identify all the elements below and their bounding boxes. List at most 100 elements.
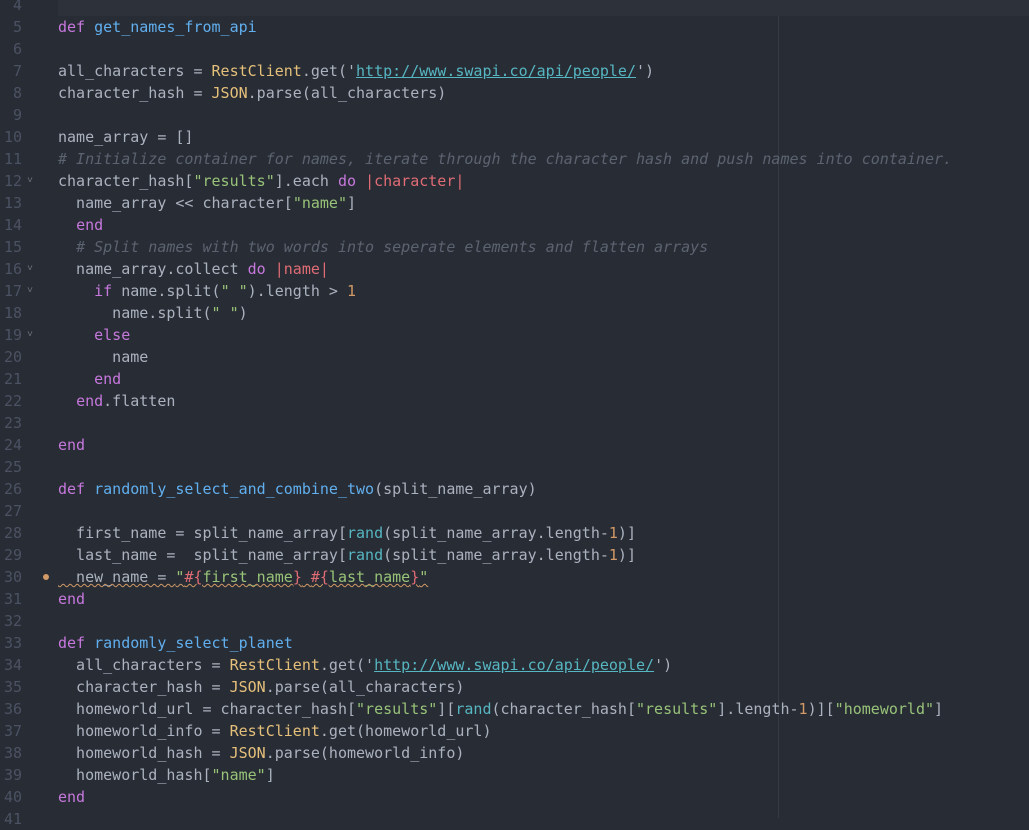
code-token: ].length- (717, 700, 799, 718)
code-token: "results" (193, 172, 275, 190)
code-line[interactable]: 33 def randomly_select_planet (0, 632, 1029, 654)
code-line[interactable]: 38 homeworld_hash = JSON.parse(homeworld… (0, 742, 1029, 764)
line-number: 15 (3, 238, 22, 256)
code-line[interactable]: 23 (0, 412, 1029, 434)
code-text[interactable]: end.flatten (58, 390, 1029, 412)
code-line[interactable]: 10 name_array = [] (0, 126, 1029, 148)
code-line[interactable]: 13 name_array << character["name"] (0, 192, 1029, 214)
lint-warning-dot-icon[interactable] (43, 574, 49, 580)
code-token: .get(' (301, 62, 357, 80)
code-line[interactable]: 5 def get_names_from_api (0, 16, 1029, 38)
code-line[interactable]: 40 end (0, 786, 1029, 808)
code-text[interactable]: def get_names_from_api (58, 16, 1029, 38)
code-line[interactable]: 30 new_name = "#{first_name} #{last_name… (0, 566, 1029, 588)
code-text[interactable]: name_array = [] (58, 126, 1029, 148)
code-text[interactable] (58, 808, 1029, 830)
code-text[interactable]: last_name = split_name_array[rand(split_… (58, 544, 1029, 566)
fold-chevron-icon[interactable]: ˅ (27, 170, 33, 192)
code-text[interactable]: name.split(" ") (58, 302, 1029, 324)
code-line[interactable]: 11 # Initialize container for names, iter… (0, 148, 1029, 170)
code-line[interactable]: 8 character_hash = JSON.parse(all_charact… (0, 82, 1029, 104)
code-line[interactable]: 37 homeworld_info = RestClient.get(homew… (0, 720, 1029, 742)
code-line[interactable]: 18 name.split(" ") (0, 302, 1029, 324)
line-number: 11 (3, 150, 22, 168)
code-line[interactable]: 28 first_name = split_name_array[rand(sp… (0, 522, 1029, 544)
code-line[interactable]: 32 (0, 610, 1029, 632)
code-text[interactable] (58, 456, 1029, 478)
code-text[interactable]: # Initialize container for names, iterat… (58, 148, 1029, 170)
code-line[interactable]: 29 last_name = split_name_array[rand(spl… (0, 544, 1029, 566)
code-line[interactable]: 22 end.flatten (0, 390, 1029, 412)
code-line[interactable]: 15 # Split names with two words into sep… (0, 236, 1029, 258)
code-text[interactable]: character_hash["results"].each do |chara… (58, 170, 1029, 192)
code-line[interactable]: 25 (0, 456, 1029, 478)
code-token: RestClient (229, 656, 320, 674)
code-text[interactable]: homeworld_info = RestClient.get(homeworl… (58, 720, 1029, 742)
code-editor[interactable]: 4 5 def get_names_from_api 6 7 all_characters… (0, 0, 1029, 830)
code-line[interactable]: 9 (0, 104, 1029, 126)
code-text[interactable]: character_hash = JSON.parse(all_characte… (58, 82, 1029, 104)
code-text[interactable]: else (58, 324, 1029, 346)
code-text[interactable]: # Split names with two words into sepera… (58, 236, 1029, 258)
code-text[interactable] (58, 610, 1029, 632)
line-number: 19 (3, 326, 22, 344)
code-text[interactable]: homeworld_hash["name"] (58, 764, 1029, 786)
code-line[interactable]: 12 ˅ character_hash["results"].each do |ch… (0, 170, 1029, 192)
code-text[interactable] (58, 500, 1029, 522)
code-line[interactable]: 27 (0, 500, 1029, 522)
fold-chevron-icon[interactable]: ˅ (27, 258, 33, 280)
code-text[interactable]: homeworld_url = character_hash["results"… (58, 698, 1029, 720)
code-text[interactable]: name (58, 346, 1029, 368)
code-line[interactable]: 36 homeworld_url = character_hash["resul… (0, 698, 1029, 720)
code-text[interactable]: if name.split(" ").length > 1 (58, 280, 1029, 302)
code-line[interactable]: 19 ˅ else (0, 324, 1029, 346)
code-text[interactable]: first_name = split_name_array[rand(split… (58, 522, 1029, 544)
code-line[interactable]: 41 (0, 808, 1029, 830)
code-line[interactable]: 31 end (0, 588, 1029, 610)
code-line[interactable]: 20 name (0, 346, 1029, 368)
code-line[interactable]: 39 homeworld_hash["name"] (0, 764, 1029, 786)
code-text[interactable]: end (58, 786, 1029, 808)
code-text[interactable]: end (58, 434, 1029, 456)
code-text[interactable] (58, 104, 1029, 126)
code-text[interactable]: character_hash = JSON.parse(all_characte… (58, 676, 1029, 698)
code-line[interactable]: 4 (0, 0, 1029, 16)
code-text[interactable]: end (58, 368, 1029, 390)
code-text[interactable] (58, 412, 1029, 434)
code-line[interactable]: 21 end (0, 368, 1029, 390)
code-token: 1 (608, 546, 618, 564)
code-text[interactable]: name_array.collect do |name| (58, 258, 1029, 280)
code-token: " " (220, 282, 248, 300)
code-text[interactable]: end (58, 588, 1029, 610)
code-text[interactable]: homeworld_hash = JSON.parse(homeworld_in… (58, 742, 1029, 764)
code-line[interactable]: 24 end (0, 434, 1029, 456)
code-line[interactable]: 34 all_characters = RestClient.get('http… (0, 654, 1029, 676)
code-line[interactable]: 16 ˅ name_array.collect do |name| (0, 258, 1029, 280)
code-text[interactable]: end (58, 214, 1029, 236)
fold-chevron-icon[interactable]: ˅ (27, 280, 33, 302)
code-text[interactable] (58, 38, 1029, 60)
line-number: 38 (3, 744, 22, 762)
code-text[interactable]: new_name = "#{first_name} #{last_name}" (58, 566, 1029, 588)
line-number: 13 (3, 194, 22, 212)
code-token: "homeworld" (834, 700, 935, 718)
code-token: ).length > (247, 282, 347, 300)
fold-chevron-icon[interactable]: ˅ (27, 324, 33, 346)
code-token: if (94, 282, 113, 300)
code-line[interactable]: 26 def randomly_select_and_combine_two(sp… (0, 478, 1029, 500)
code-text[interactable]: all_characters = RestClient.get('http://… (58, 60, 1029, 82)
code-token: 1 (347, 282, 357, 300)
code-token: homeworld_hash = (58, 744, 230, 762)
code-line[interactable]: 7 all_characters = RestClient.get('http:/… (0, 60, 1029, 82)
code-text[interactable]: def randomly_select_planet (58, 632, 1029, 654)
code-text[interactable] (58, 0, 1029, 16)
code-line[interactable]: 17 ˅ if name.split(" ").length > 1 (0, 280, 1029, 302)
code-text[interactable]: name_array << character["name"] (58, 192, 1029, 214)
code-line[interactable]: 6 (0, 38, 1029, 60)
code-line[interactable]: 14 end (0, 214, 1029, 236)
code-line[interactable]: 35 character_hash = JSON.parse(all_chara… (0, 676, 1029, 698)
code-text[interactable]: def randomly_select_and_combine_two(spli… (58, 478, 1029, 500)
code-text[interactable]: all_characters = RestClient.get('http://… (58, 654, 1029, 676)
